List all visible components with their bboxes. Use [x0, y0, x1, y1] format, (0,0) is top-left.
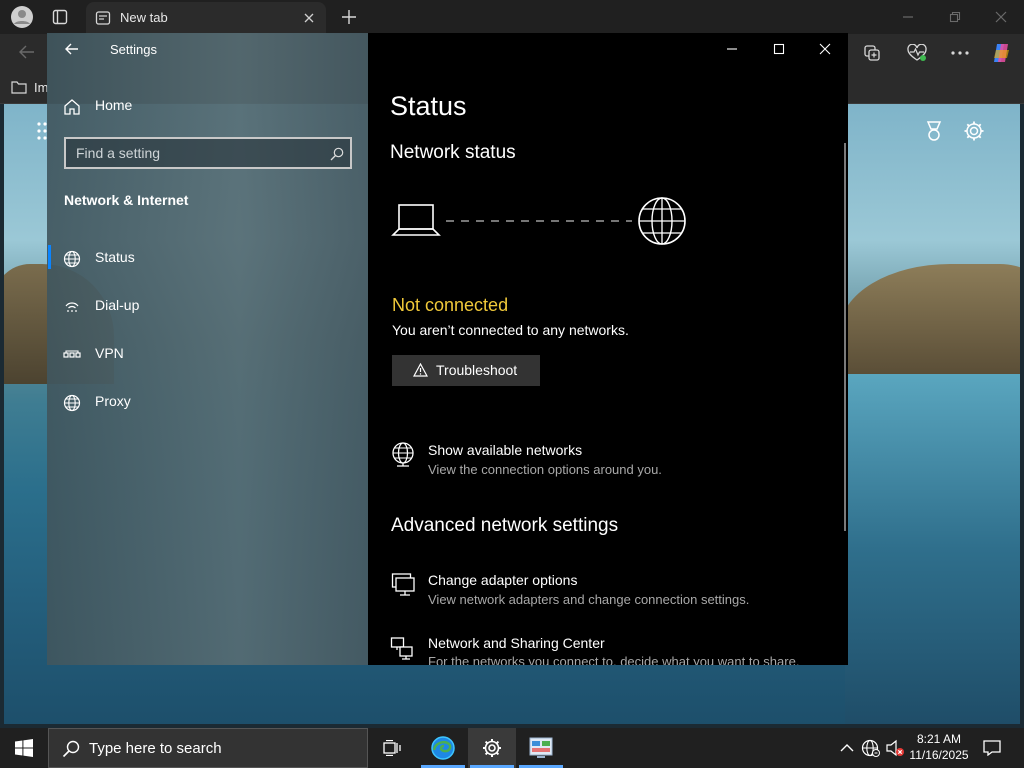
settings-content-pane: Status Network status Not connected You … [368, 33, 848, 665]
network-diagram [390, 193, 690, 253]
settings-taskbar-button[interactable] [468, 728, 516, 768]
browser-essentials-icon[interactable] [905, 42, 929, 64]
taskbar: Type here to search 8:21 AM 11/16/2025 [0, 728, 1024, 768]
sharing-center-icon [390, 634, 416, 662]
connection-state: Not connected [392, 295, 509, 315]
settings-sidebar: Settings Home Network & Internet Status … [47, 33, 368, 665]
adapter-desc: View network adapters and change connect… [428, 592, 750, 607]
search-icon[interactable] [328, 145, 346, 163]
profile-avatar-icon[interactable] [10, 5, 34, 29]
internet-globe-icon [636, 195, 688, 247]
settings-search-box[interactable] [64, 137, 352, 169]
tab-new-tab[interactable]: New tab [86, 2, 326, 34]
window-close-icon[interactable] [813, 39, 837, 59]
show-available-networks-link[interactable]: Show available networks View the connect… [390, 437, 810, 485]
taskbar-search-placeholder: Type here to search [89, 740, 222, 757]
settings-back-icon[interactable] [61, 39, 83, 59]
clock-date: 11/16/2025 [909, 748, 969, 762]
window-minimize-icon[interactable] [720, 39, 744, 59]
nav-dialup[interactable]: Dial-up [47, 286, 368, 326]
home-icon [63, 98, 81, 116]
network-sharing-center-link[interactable]: Network and Sharing Center For the netwo… [390, 630, 830, 665]
collections-icon[interactable] [861, 42, 883, 64]
control-panel-icon [528, 736, 554, 760]
close-tab-icon[interactable] [300, 9, 318, 27]
vpn-icon [63, 346, 81, 364]
edge-browser-icon [430, 735, 456, 761]
volume-muted-icon[interactable] [884, 738, 906, 758]
dialup-icon [63, 298, 81, 316]
page-settings-gear-icon[interactable] [962, 119, 986, 143]
edge-taskbar-button[interactable] [419, 728, 467, 768]
new-tab-plus-icon[interactable] [338, 6, 360, 28]
show-hidden-icons-chevron-icon[interactable] [838, 739, 856, 757]
browser-minimize-icon[interactable] [896, 6, 920, 28]
notifications-icon[interactable] [980, 738, 1004, 758]
nav-home-label: Home [95, 97, 133, 113]
nav-status[interactable]: Status [47, 238, 368, 278]
wallpaper-water [845, 374, 1020, 724]
settings-window-title: Settings [110, 42, 157, 57]
nav-vpn-label: VPN [95, 345, 124, 361]
windows-start-icon[interactable] [10, 736, 38, 760]
change-adapter-options-link[interactable]: Change adapter options View network adap… [390, 567, 830, 615]
laptop-icon [390, 201, 442, 241]
advanced-heading: Advanced network settings [391, 515, 619, 536]
nav-proxy[interactable]: Proxy [47, 382, 368, 422]
new-tab-page-icon [94, 9, 112, 27]
tab-title: New tab [120, 10, 168, 25]
show-networks-title: Show available networks [428, 442, 583, 458]
sharing-desc: For the networks you connect to, decide … [428, 654, 800, 665]
network-status-heading: Network status [390, 142, 516, 163]
sharing-title: Network and Sharing Center [428, 635, 605, 651]
task-view-button[interactable] [368, 728, 416, 768]
content-scrollbar[interactable] [844, 143, 846, 531]
network-globe-icon [390, 441, 416, 469]
section-title: Network & Internet [64, 192, 189, 208]
settings-gear-icon [481, 737, 503, 759]
task-view-icon [382, 739, 402, 757]
nav-home[interactable]: Home [47, 86, 368, 126]
browser-back-icon[interactable] [16, 42, 38, 62]
search-icon [61, 739, 81, 759]
troubleshoot-button[interactable]: Troubleshoot [392, 355, 540, 386]
control-panel-taskbar-button[interactable] [517, 728, 565, 768]
nav-vpn[interactable]: VPN [47, 334, 368, 374]
folder-icon[interactable] [10, 79, 28, 95]
nav-dialup-label: Dial-up [95, 297, 140, 313]
adapter-title: Change adapter options [428, 572, 578, 588]
network-tray-icon[interactable] [860, 738, 882, 758]
tab-actions-icon[interactable] [50, 7, 70, 27]
clock-time: 8:21 AM [916, 732, 962, 746]
taskbar-clock[interactable]: 8:21 AM 11/16/2025 [908, 731, 970, 763]
adapter-icon [390, 571, 416, 599]
browser-restore-icon[interactable] [943, 6, 967, 28]
rewards-trophy-icon[interactable] [922, 118, 946, 144]
browser-close-icon[interactable] [989, 6, 1013, 28]
globe-icon [63, 394, 81, 412]
browser-titlebar: New tab [0, 0, 1024, 34]
connection-message: You aren’t connected to any networks. [392, 322, 629, 338]
more-options-icon[interactable] [948, 42, 972, 64]
copilot-icon[interactable] [989, 41, 1013, 65]
nav-status-label: Status [95, 249, 135, 265]
settings-search-input[interactable] [66, 139, 316, 167]
window-maximize-icon[interactable] [767, 39, 791, 59]
show-networks-desc: View the connection options around you. [428, 462, 662, 477]
page-title: Status [390, 91, 467, 121]
nav-proxy-label: Proxy [95, 393, 131, 409]
troubleshoot-label: Troubleshoot [436, 362, 518, 378]
connection-dashed-line [446, 219, 632, 223]
globe-icon [63, 250, 81, 268]
wallpaper-hill-right [840, 264, 1020, 384]
warning-icon [412, 362, 428, 378]
taskbar-search-box[interactable]: Type here to search [48, 728, 368, 768]
